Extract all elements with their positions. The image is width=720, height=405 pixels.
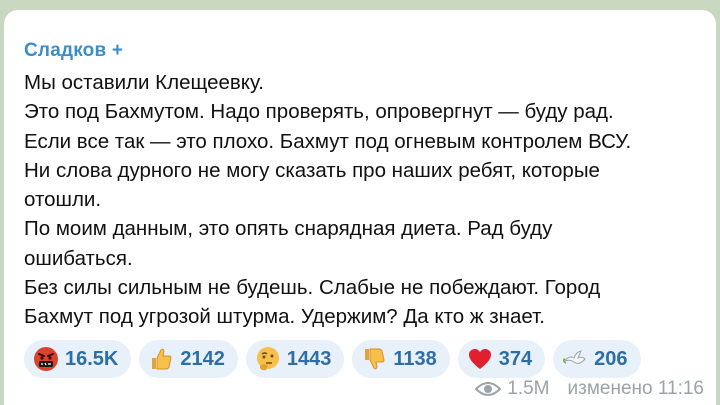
thinking-face-icon (255, 346, 281, 372)
message-line: Без силы сильным не будешь. Слабые не по… (24, 276, 601, 300)
message-line: Мы оставили Клещеевку. (24, 71, 264, 94)
reaction-count: 16.5K (65, 347, 119, 370)
message-line: По моим данным, это опять снарядная диет… (24, 217, 553, 241)
reaction-cursing[interactable]: 16.5K (24, 340, 132, 378)
message-text: Мы оставили Клещеевку. Это под Бахмутом.… (24, 68, 704, 332)
message-line: Бахмут под угрозой штурма. Удержим? Да к… (24, 305, 545, 329)
view-count: 1.5M (507, 378, 550, 399)
thumbs-down-icon (361, 346, 387, 372)
message-line: Ни слова дурного не могу сказать про наш… (24, 158, 600, 182)
dove-icon (562, 346, 588, 372)
eye-icon (474, 380, 502, 398)
reaction-count: 1138 (393, 347, 437, 370)
edited-timestamp: изменено 11:16 (567, 378, 705, 399)
reaction-dove[interactable]: 206 (553, 340, 641, 378)
message-meta: 1.5M изменено 11:16 (474, 378, 705, 400)
message-line: отошли. (24, 188, 102, 212)
reactions-bar: 16.5K 2142 1443 1138 374 206 (24, 340, 641, 378)
message-line: ошибаться. (24, 246, 133, 270)
author-name[interactable]: Сладков + (24, 40, 123, 62)
reaction-thumbs-up[interactable]: 2142 (139, 340, 238, 378)
message-line: Это под Бахмутом. Надо проверять, опрове… (24, 100, 614, 124)
reaction-thinking[interactable]: 1443 (245, 340, 345, 378)
red-heart-icon (467, 346, 493, 372)
cursing-face-icon (33, 346, 59, 372)
thumbs-up-icon (148, 346, 174, 372)
reaction-count: 374 (498, 347, 533, 370)
reaction-thumbs-down[interactable]: 1138 (352, 340, 450, 378)
reaction-count: 1443 (286, 347, 332, 370)
message-bubble: Сладков + Мы оставили Клещеевку. Это под… (4, 10, 716, 405)
reaction-count: 2142 (180, 347, 225, 370)
message-line: Если все так — это плохо. Бахмут под огн… (24, 129, 632, 153)
reaction-count: 206 (594, 347, 628, 370)
reaction-heart[interactable]: 374 (457, 340, 546, 378)
